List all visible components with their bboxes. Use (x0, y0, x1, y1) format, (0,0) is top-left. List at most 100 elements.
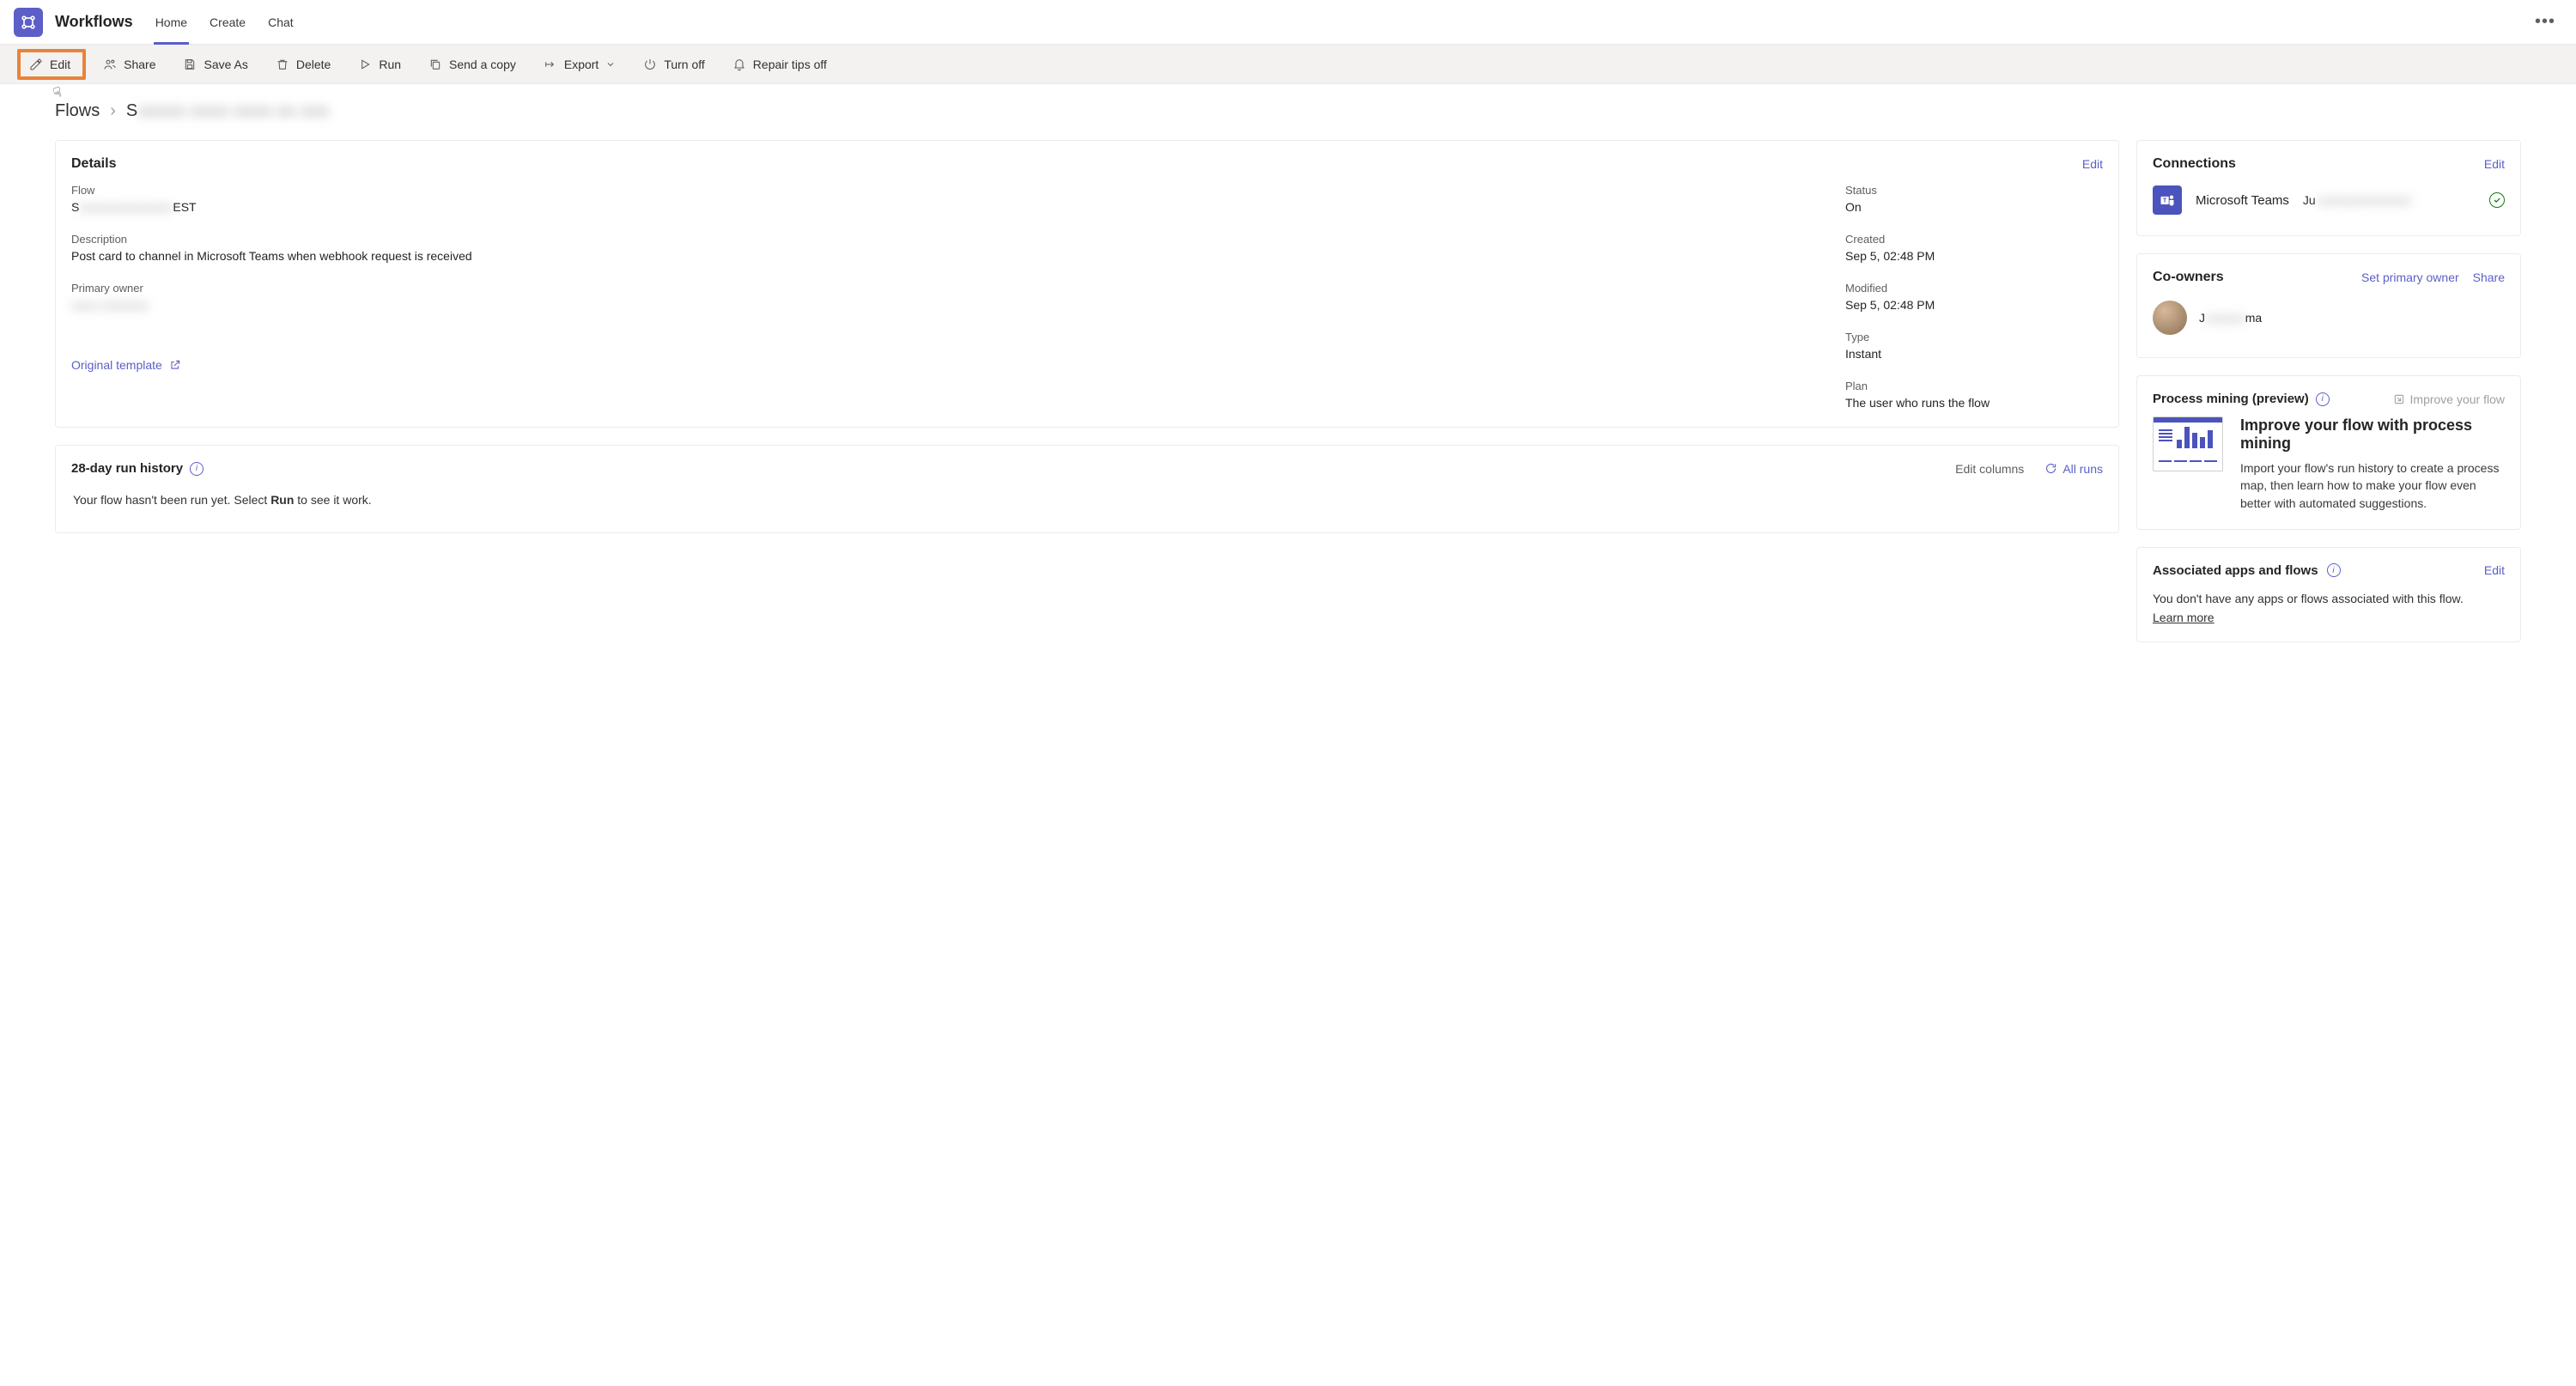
coowners-header: Co-owners Set primary owner Share (2153, 270, 2505, 285)
field-status: Status On (1845, 184, 2103, 214)
details-edit-link[interactable]: Edit (2082, 157, 2103, 171)
modified-label: Modified (1845, 282, 2103, 295)
coowners-card: Co-owners Set primary owner Share Jaaaaa… (2136, 253, 2521, 358)
send-copy-button[interactable]: Send a copy (418, 52, 526, 76)
pm-body: Improve your flow with process mining Im… (2153, 406, 2505, 512)
pm-card-title: Improve your flow with process mining (2240, 416, 2505, 453)
edit-label: Edit (50, 58, 70, 71)
coowners-title: Co-owners (2153, 270, 2224, 285)
run-label: Run (379, 58, 401, 71)
svg-text:T: T (2163, 197, 2167, 204)
connections-title: Connections (2153, 156, 2236, 172)
details-header: Details Edit (71, 156, 2103, 172)
status-value: On (1845, 200, 2103, 214)
main-column: Details Edit Flow SaaaaaaaaaaaaaaEST Des… (55, 140, 2119, 533)
repair-tips-button[interactable]: Repair tips off (722, 52, 837, 76)
learn-more-link[interactable]: Learn more (2153, 611, 2215, 624)
pm-thumbnail (2153, 416, 2223, 471)
owner-row: Jaaaaaama (2153, 290, 2505, 340)
info-icon[interactable]: i (190, 462, 204, 476)
top-nav: Workflows Home Create Chat ••• (0, 0, 2576, 45)
improve-flow-link[interactable]: Improve your flow (2393, 392, 2505, 406)
more-button[interactable]: ••• (2528, 5, 2562, 39)
tab-chat[interactable]: Chat (266, 0, 295, 45)
field-primary-owner: Primary owner aaaa aaaaaaa (71, 282, 1811, 312)
breadcrumb: Flows › Saaaaa aaaa aaaa aa aaa (0, 84, 2576, 126)
export-label: Export (564, 58, 598, 71)
run-history-header: 28-day run history i Edit columns All ru… (71, 461, 2103, 476)
send-copy-label: Send a copy (449, 58, 516, 71)
set-primary-owner-link[interactable]: Set primary owner (2361, 271, 2459, 284)
field-modified: Modified Sep 5, 02:48 PM (1845, 282, 2103, 312)
delete-button[interactable]: Delete (265, 52, 341, 76)
associated-text: You don't have any apps or flows associa… (2153, 592, 2505, 605)
associated-edit-link[interactable]: Edit (2484, 563, 2505, 577)
field-created: Created Sep 5, 02:48 PM (1845, 233, 2103, 263)
breadcrumb-current: Saaaaa aaaa aaaa aa aaa (126, 101, 329, 121)
export-icon (544, 58, 557, 71)
coowners-share-link[interactable]: Share (2473, 271, 2505, 284)
info-icon[interactable]: i (2316, 392, 2330, 406)
flow-label: Flow (71, 184, 1811, 197)
associated-header: Associated apps and flows i Edit (2153, 563, 2505, 578)
tab-create[interactable]: Create (208, 0, 247, 45)
pm-card-desc: Import your flow's run history to create… (2240, 459, 2505, 512)
created-label: Created (1845, 233, 2103, 246)
power-icon (643, 58, 657, 71)
share-button[interactable]: Share (93, 52, 166, 76)
repair-tips-label: Repair tips off (753, 58, 827, 71)
nav-tabs: Home Create Chat (154, 0, 2528, 45)
content: Details Edit Flow SaaaaaaaaaaaaaaEST Des… (0, 126, 2576, 670)
copy-icon (428, 58, 442, 71)
field-flow: Flow SaaaaaaaaaaaaaaEST (71, 184, 1811, 214)
refresh-icon (2044, 462, 2057, 475)
chevron-right-icon: › (110, 101, 116, 121)
export-button[interactable]: Export (533, 52, 626, 76)
description-value: Post card to channel in Microsoft Teams … (71, 249, 1811, 263)
modified-value: Sep 5, 02:48 PM (1845, 298, 2103, 312)
breadcrumb-flows[interactable]: Flows (55, 101, 100, 121)
connection-name: Microsoft Teams (2196, 193, 2289, 208)
info-icon[interactable]: i (2327, 563, 2341, 577)
edit-columns-link[interactable]: Edit columns (1955, 462, 2024, 476)
connection-item[interactable]: T Microsoft Teams Juaaaaaaaaaaaaaa (2153, 177, 2505, 218)
save-as-label: Save As (204, 58, 247, 71)
edit-button[interactable]: Edit (17, 49, 86, 80)
turn-off-label: Turn off (664, 58, 704, 71)
connections-card: Connections Edit T Microsoft Teams Juaaa… (2136, 140, 2521, 236)
pencil-icon (29, 58, 43, 71)
tab-home[interactable]: Home (154, 0, 189, 45)
field-type: Type Instant (1845, 331, 2103, 361)
created-value: Sep 5, 02:48 PM (1845, 249, 2103, 263)
delete-label: Delete (296, 58, 331, 71)
all-runs-link[interactable]: All runs (2044, 462, 2103, 476)
connection-account: Juaaaaaaaaaaaaaa (2303, 193, 2476, 207)
improve-icon (2393, 393, 2405, 405)
flow-value: SaaaaaaaaaaaaaaEST (71, 200, 1811, 214)
status-label: Status (1845, 184, 2103, 197)
turn-off-button[interactable]: Turn off (633, 52, 714, 76)
run-history-empty: Your flow hasn't been run yet. Select Ru… (71, 476, 2103, 515)
connections-edit-link[interactable]: Edit (2484, 157, 2505, 171)
play-icon (358, 58, 372, 71)
save-icon (183, 58, 197, 71)
pm-title: Process mining (preview) (2153, 392, 2309, 406)
save-as-button[interactable]: Save As (173, 52, 258, 76)
bell-icon (732, 58, 746, 71)
process-mining-card: Process mining (preview) i Improve your … (2136, 375, 2521, 530)
avatar (2153, 301, 2187, 335)
status-ok-icon (2489, 192, 2505, 208)
original-template-link[interactable]: Original template (71, 358, 1811, 372)
plan-value: The user who runs the flow (1845, 396, 2103, 410)
primary-owner-value: aaaa aaaaaaa (71, 298, 1811, 312)
run-history-card: 28-day run history i Edit columns All ru… (55, 445, 2119, 533)
type-value: Instant (1845, 347, 2103, 361)
run-button[interactable]: Run (348, 52, 411, 76)
teams-icon: T (2153, 185, 2182, 215)
field-plan: Plan The user who runs the flow (1845, 380, 2103, 410)
run-history-title: 28-day run history (71, 461, 183, 476)
pm-header: Process mining (preview) i Improve your … (2153, 392, 2505, 406)
plan-label: Plan (1845, 380, 2103, 392)
primary-owner-label: Primary owner (71, 282, 1811, 295)
type-label: Type (1845, 331, 2103, 343)
